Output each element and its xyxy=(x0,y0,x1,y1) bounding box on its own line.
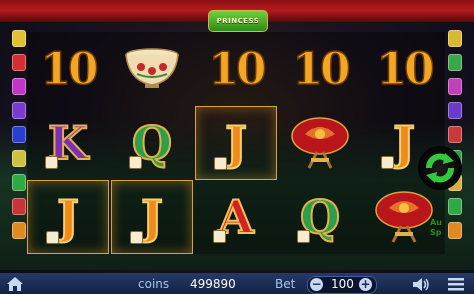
fan-symbol xyxy=(279,106,361,180)
payline-button-18[interactable] xyxy=(448,222,462,239)
symbol-j: J xyxy=(56,189,80,245)
right-payline-indicators xyxy=(448,30,462,246)
payline-button-13[interactable] xyxy=(448,102,462,119)
reel-cell xyxy=(363,180,445,254)
payline-button-2[interactable] xyxy=(12,54,26,71)
reel-cell: J xyxy=(195,106,277,180)
reel-cell xyxy=(279,106,361,180)
reel-cell: Q xyxy=(279,180,361,254)
symbol-q: Q xyxy=(131,115,173,171)
payline-button-6[interactable] xyxy=(12,150,26,167)
dice-decoration xyxy=(213,230,226,243)
autospin-label-line1: Au xyxy=(430,218,442,227)
reel-cell: 10 xyxy=(195,32,277,106)
reel-grid: 10 K J Q J 10 J A 10 Q 10 J xyxy=(27,32,445,254)
reel-cell: 10 xyxy=(27,32,109,106)
bet-label: Bet xyxy=(275,277,296,291)
reel-cell xyxy=(111,32,193,106)
game-scene: PRINCESS 10 K J Q J 10 J A 10 Q 10 J Au Sp xyxy=(0,0,474,294)
bet-value: 100 xyxy=(331,277,354,291)
payline-button-1[interactable] xyxy=(12,30,26,47)
payline-button-9[interactable] xyxy=(12,222,26,239)
dice-decoration xyxy=(129,156,142,169)
dice-decoration xyxy=(381,156,394,169)
payline-button-7[interactable] xyxy=(12,174,26,191)
bet-decrease-button[interactable]: − xyxy=(310,278,323,291)
dice-decoration xyxy=(297,230,310,243)
speaker-icon[interactable] xyxy=(412,277,430,292)
symbol-10: 10 xyxy=(292,43,352,96)
symbol-10: 10 xyxy=(208,43,268,96)
dice-decoration xyxy=(46,231,59,244)
left-payline-indicators xyxy=(12,30,26,246)
symbol-q: Q xyxy=(299,189,341,245)
dice-decoration xyxy=(45,156,58,169)
dice-decoration xyxy=(214,157,227,170)
payline-button-17[interactable] xyxy=(448,198,462,215)
symbol-10: 10 xyxy=(376,43,436,96)
reel-cell: 10 xyxy=(363,32,445,106)
dice-decoration xyxy=(130,231,143,244)
coins-label: coins xyxy=(138,277,170,291)
symbol-j: J xyxy=(140,189,164,245)
autospin-label-line2: Sp xyxy=(430,228,442,237)
payline-button-8[interactable] xyxy=(12,198,26,215)
autospin-label: Au Sp xyxy=(430,218,442,238)
payline-button-10[interactable] xyxy=(448,30,462,47)
payline-button-11[interactable] xyxy=(448,54,462,71)
payline-button-5[interactable] xyxy=(12,126,26,143)
coins-value: 499890 xyxy=(190,277,236,291)
symbol-j: J xyxy=(224,115,248,171)
reel-cell: Q xyxy=(111,106,193,180)
game-logo: PRINCESS xyxy=(208,10,268,32)
bet-increase-button[interactable]: + xyxy=(359,278,372,291)
reel-cell: 10 xyxy=(279,32,361,106)
home-icon[interactable] xyxy=(6,276,24,292)
reel-cell: K xyxy=(27,106,109,180)
symbol-10: 10 xyxy=(40,43,100,96)
payline-button-14[interactable] xyxy=(448,126,462,143)
bottom-bar xyxy=(0,273,474,294)
payline-button-4[interactable] xyxy=(12,102,26,119)
symbol-a: A xyxy=(217,189,255,245)
payline-button-3[interactable] xyxy=(12,78,26,95)
reel-cell: J xyxy=(111,180,193,254)
symbol-k: K xyxy=(47,115,89,171)
fan-symbol xyxy=(363,180,445,254)
payline-button-12[interactable] xyxy=(448,78,462,95)
autospin-button[interactable] xyxy=(418,146,462,190)
refresh-icon xyxy=(426,153,454,183)
reel-cell: A xyxy=(195,180,277,254)
menu-icon[interactable] xyxy=(448,278,464,291)
bowl-symbol xyxy=(111,32,193,106)
reel-cell: J xyxy=(27,180,109,254)
